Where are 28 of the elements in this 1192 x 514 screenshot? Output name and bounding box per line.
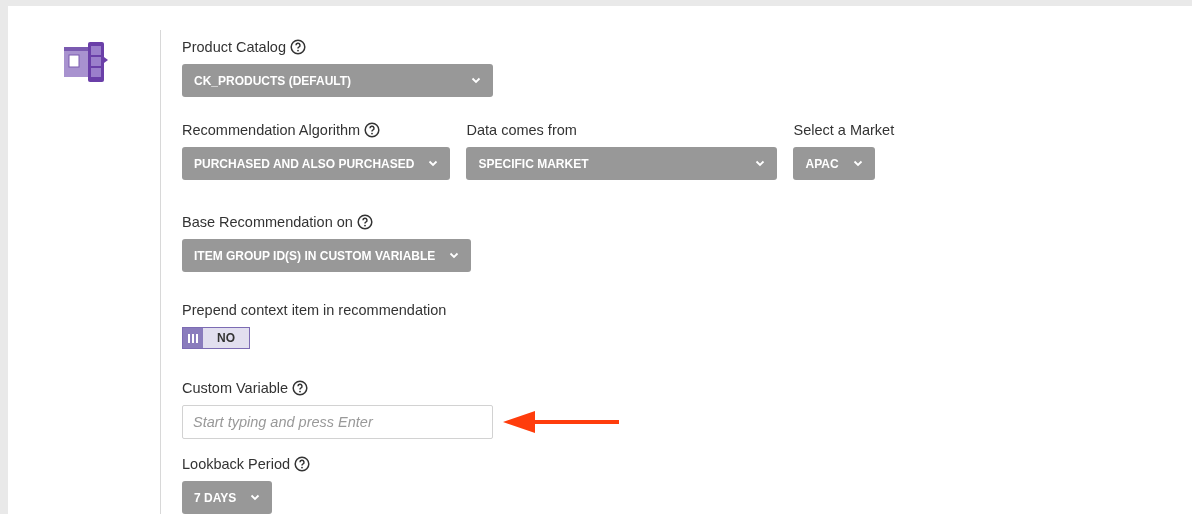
field-label: Custom Variable: [182, 380, 289, 396]
dropdown[interactable]: PURCHASED AND ALSO PURCHASED: [182, 147, 451, 180]
catalog-icon: [64, 42, 108, 82]
help-icon[interactable]: [290, 39, 306, 55]
dropdown[interactable]: 7 DAYS: [182, 481, 273, 514]
toggle-switch[interactable]: NO: [182, 327, 250, 349]
dropdown[interactable]: APAC: [793, 147, 875, 180]
help-icon[interactable]: [356, 214, 373, 230]
field-label: Select a Market: [793, 122, 895, 138]
input-field[interactable]: Start typing and press Enter: [182, 405, 493, 439]
caret-icon: [471, 77, 481, 84]
dropdown[interactable]: CK_PRODUCTS (DEFAULT): [182, 64, 493, 97]
caret-icon: [852, 160, 863, 167]
field-label: Lookback Period: [182, 456, 290, 472]
dropdown[interactable]: SPECIFIC MARKET: [466, 147, 778, 180]
field-label: Data comes from: [466, 122, 577, 138]
caret-icon: [755, 160, 766, 167]
field-label: Recommendation Algorithm: [182, 122, 361, 138]
field-label: Prepend context item in recommendation: [182, 302, 447, 318]
help-icon[interactable]: [364, 122, 381, 138]
field-label: Base Recommendation on: [182, 214, 353, 230]
help-icon[interactable]: [292, 380, 309, 396]
caret-icon: [449, 252, 460, 259]
dropdown[interactable]: ITEM GROUP ID(S) IN CUSTOM VARIABLE: [182, 239, 472, 272]
caret-icon: [250, 494, 261, 501]
help-icon[interactable]: [294, 456, 310, 472]
caret-icon: [428, 160, 439, 167]
field-label: Product Catalog: [182, 39, 286, 55]
